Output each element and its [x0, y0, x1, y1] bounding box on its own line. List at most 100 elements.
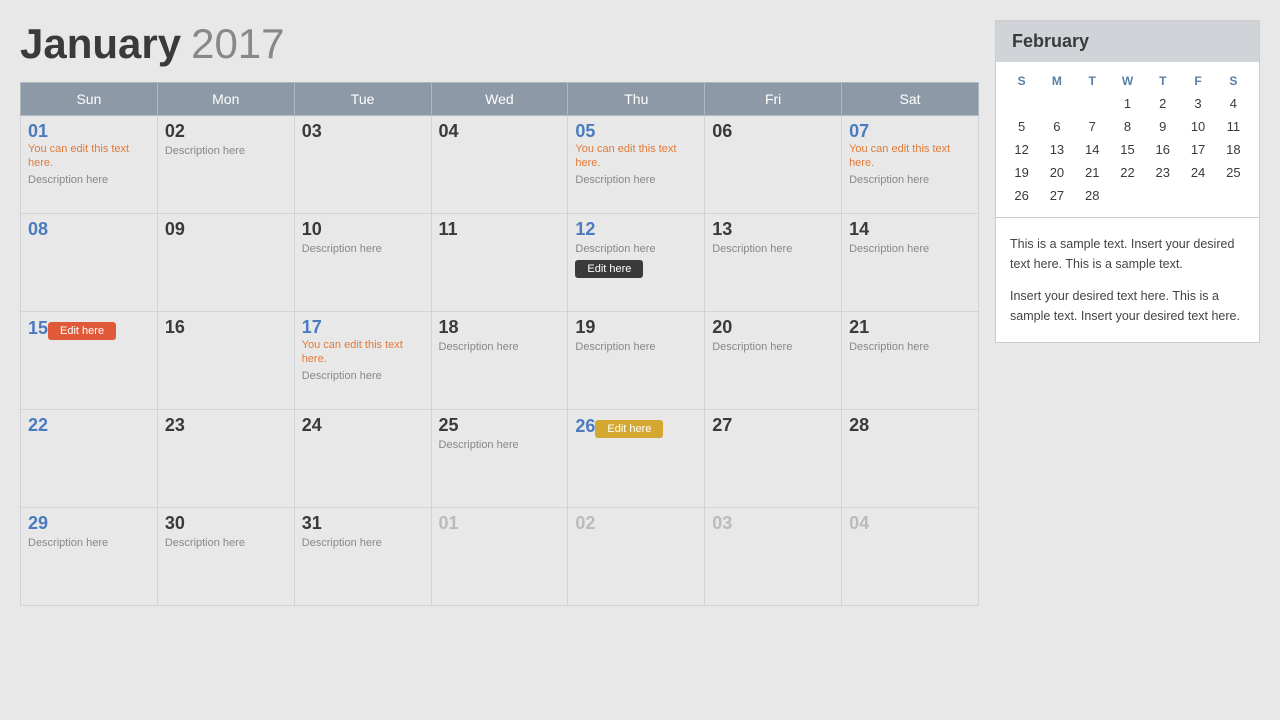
day-description: Description here: [165, 537, 287, 549]
year-label: 2017: [191, 20, 284, 68]
day-cell: 20Description here: [705, 312, 842, 410]
day-header-fri: Fri: [705, 83, 842, 116]
day-number: 22: [28, 415, 48, 435]
day-cell: 02: [568, 508, 705, 606]
calendar-row: 080910Description here1112Description he…: [21, 214, 979, 312]
day-number: 16: [165, 317, 185, 337]
mini-day-cell: 5: [1004, 115, 1039, 138]
mini-week-row: 1234: [1004, 92, 1251, 115]
day-number: 02: [165, 121, 185, 141]
day-cell: 28: [842, 410, 979, 508]
mini-header: W: [1110, 70, 1145, 92]
day-number: 07: [849, 121, 869, 141]
day-description: Description here: [439, 439, 561, 451]
editable-hint[interactable]: You can edit this text here.: [575, 142, 697, 171]
mini-day-cell: 4: [1216, 92, 1251, 115]
day-cell: 21Description here: [842, 312, 979, 410]
day-cell: 17You can edit this text here.Descriptio…: [294, 312, 431, 410]
calendar-title: January 2017: [20, 20, 979, 68]
day-cell: 08: [21, 214, 158, 312]
event-badge[interactable]: Edit here: [595, 420, 663, 438]
day-description: Description here: [849, 174, 971, 186]
day-description: Description here: [302, 370, 424, 382]
day-cell: 03: [705, 508, 842, 606]
day-number: 05: [575, 121, 595, 141]
day-cell: 09: [157, 214, 294, 312]
day-number: 01: [439, 513, 459, 533]
day-number: 06: [712, 121, 732, 141]
day-cell: 15Edit here: [21, 312, 158, 410]
day-header-sun: Sun: [21, 83, 158, 116]
day-cell: 13 Description here: [705, 214, 842, 312]
day-header-sat: Sat: [842, 83, 979, 116]
mini-day-cell: 23: [1145, 161, 1180, 184]
mini-day-cell: 27: [1039, 184, 1074, 207]
mini-day-cell: 11: [1216, 115, 1251, 138]
editable-hint[interactable]: You can edit this text here.: [302, 338, 424, 367]
day-number: 03: [302, 121, 322, 141]
day-number: 27: [712, 415, 732, 435]
mini-header: T: [1075, 70, 1110, 92]
mini-header: F: [1180, 70, 1215, 92]
day-cell: 24: [294, 410, 431, 508]
day-number: 28: [849, 415, 869, 435]
mini-day-cell: [1216, 184, 1251, 207]
mini-day-cell: 15: [1110, 138, 1145, 161]
day-cell: 04: [842, 508, 979, 606]
day-number: 04: [439, 121, 459, 141]
day-cell: 27: [705, 410, 842, 508]
event-badge[interactable]: Edit here: [575, 260, 643, 278]
day-cell: 30Description here: [157, 508, 294, 606]
sidebar: February SMTWTFS 12345678910111213141516…: [995, 20, 1260, 700]
day-number: 13: [712, 219, 732, 239]
mini-week-row: 262728: [1004, 184, 1251, 207]
day-cell: 31Description here: [294, 508, 431, 606]
day-description: Description here: [28, 174, 150, 186]
month-label: January: [20, 20, 181, 68]
day-cell: 06: [705, 116, 842, 214]
day-cell: 19Description here: [568, 312, 705, 410]
day-cell: 16: [157, 312, 294, 410]
day-number: 24: [302, 415, 322, 435]
mini-day-cell: [1039, 92, 1074, 115]
day-description: Description here: [302, 243, 424, 255]
day-number: 04: [849, 513, 869, 533]
day-description: Description here: [575, 341, 697, 353]
event-badge[interactable]: Edit here: [48, 322, 116, 340]
mini-day-cell: 21: [1075, 161, 1110, 184]
day-cell: 04: [431, 116, 568, 214]
day-header-mon: Mon: [157, 83, 294, 116]
day-cell: 29Description here: [21, 508, 158, 606]
day-description: Description here: [712, 243, 834, 255]
mini-day-cell: [1110, 184, 1145, 207]
day-number: 09: [165, 219, 185, 239]
day-number: 12: [575, 219, 595, 239]
day-cell: 02Description here: [157, 116, 294, 214]
mini-day-cell: 20: [1039, 161, 1074, 184]
day-number: 11: [439, 219, 458, 239]
editable-hint[interactable]: You can edit this text here.: [849, 142, 971, 171]
mini-calendar: February SMTWTFS 12345678910111213141516…: [995, 20, 1260, 218]
day-number: 23: [165, 415, 185, 435]
day-cell: 11: [431, 214, 568, 312]
sidebar-text-2: Insert your desired text here. This is a…: [1010, 286, 1245, 326]
mini-day-cell: 9: [1145, 115, 1180, 138]
editable-hint[interactable]: You can edit this text here.: [28, 142, 150, 171]
day-description: Description here: [712, 341, 834, 353]
day-number: 26: [575, 416, 595, 436]
day-description: Description here: [575, 174, 697, 186]
mini-day-cell: 13: [1039, 138, 1074, 161]
mini-day-cell: 18: [1216, 138, 1251, 161]
day-description: Description here: [28, 537, 150, 549]
mini-day-cell: [1075, 92, 1110, 115]
day-description: Description here: [849, 243, 971, 255]
mini-day-cell: 10: [1180, 115, 1215, 138]
mini-day-cell: 25: [1216, 161, 1251, 184]
mini-header: S: [1004, 70, 1039, 92]
day-number: 25: [439, 415, 459, 435]
mini-header: S: [1216, 70, 1251, 92]
mini-week-row: 19202122232425: [1004, 161, 1251, 184]
mini-day-cell: 16: [1145, 138, 1180, 161]
day-number: 02: [575, 513, 595, 533]
day-number: 15: [28, 318, 48, 338]
